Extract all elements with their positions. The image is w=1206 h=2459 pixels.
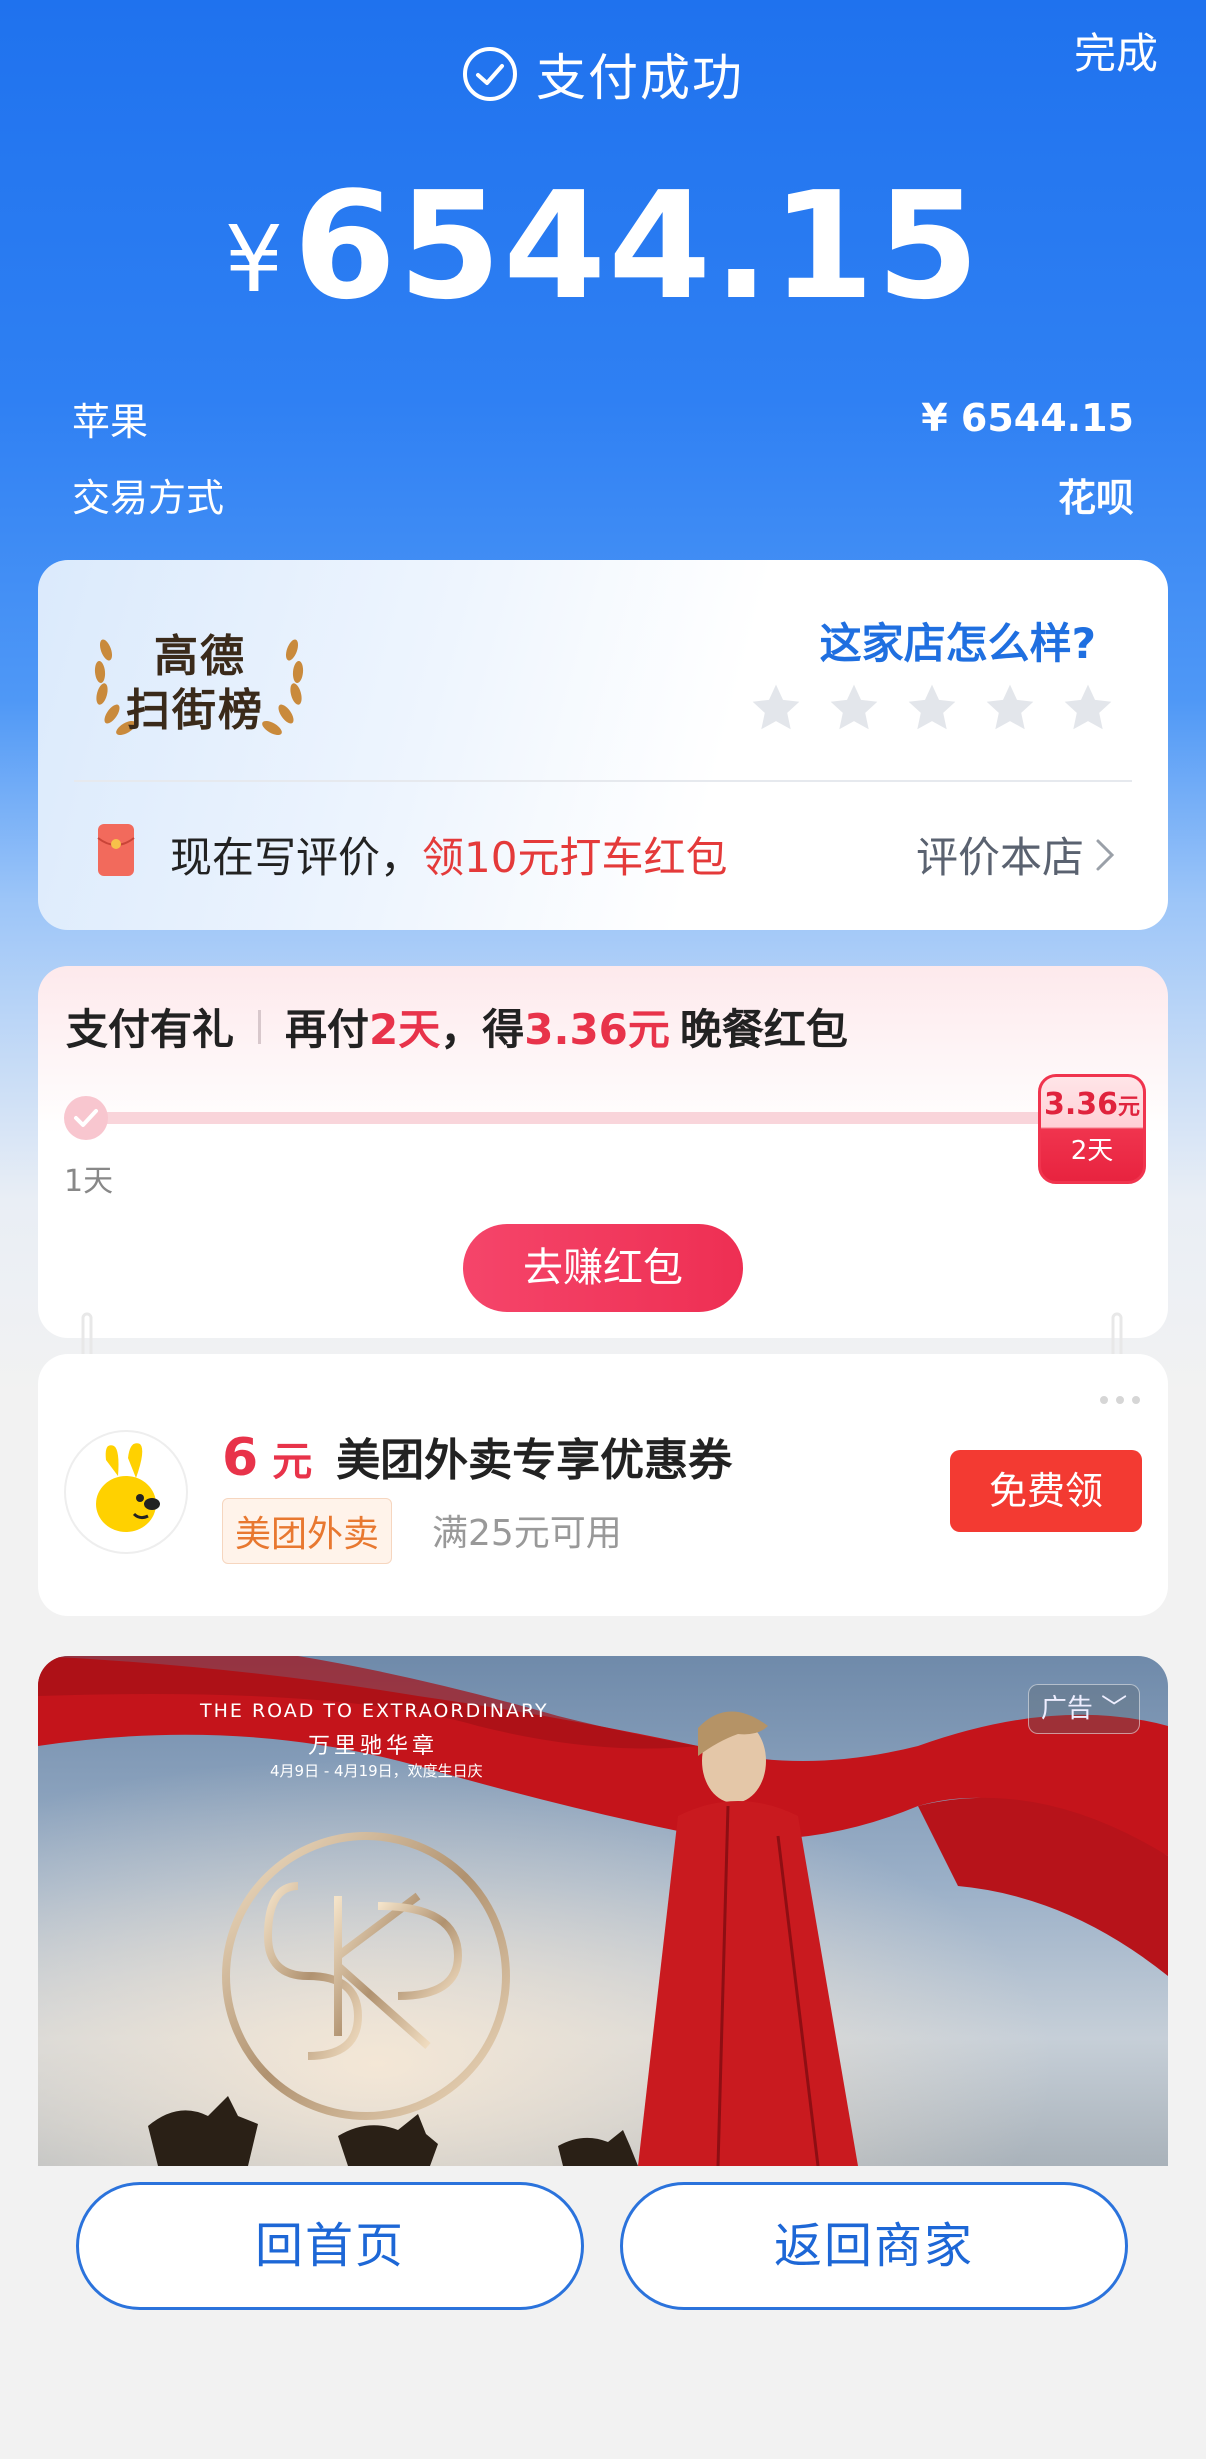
- gift-days: 2天: [369, 1005, 441, 1054]
- progress-start-dot: [64, 1096, 108, 1140]
- gift-text: 再付: [285, 1005, 370, 1054]
- review-card: 高德 扫街榜 这家店怎么样? 现在写评价，领10元打车红包 评价本店: [38, 560, 1168, 930]
- ad-label[interactable]: 广告 ﹀: [1028, 1684, 1140, 1734]
- gift-title-label: 支付有礼: [66, 1005, 235, 1054]
- ad-subtitle: 万里驰华章: [308, 1734, 439, 1759]
- coupon-condition: 满25元可用: [432, 1513, 622, 1554]
- merchant-tag: 美团外卖: [222, 1498, 393, 1564]
- badge-amount: 3.36: [1043, 1087, 1118, 1122]
- badge-unit: 元: [1118, 1095, 1141, 1120]
- star-icon[interactable]: [1060, 680, 1116, 736]
- ad-label-text: 广告: [1040, 1694, 1093, 1724]
- star-icon[interactable]: [904, 680, 960, 736]
- amap-ranking-logo: 高德 扫街榜: [84, 620, 314, 740]
- home-button[interactable]: 回首页: [76, 2182, 584, 2310]
- progress-track: [78, 1112, 1108, 1124]
- star-rating[interactable]: [748, 680, 1116, 736]
- earn-red-packet-button[interactable]: 去赚红包: [463, 1224, 743, 1312]
- detail-row-method: 交易方式 花呗: [72, 466, 1134, 522]
- review-store-label: 评价本店: [915, 833, 1084, 882]
- review-store-link[interactable]: 评价本店: [916, 824, 1116, 885]
- coupon-name: 美团外卖专享优惠券: [336, 1435, 733, 1486]
- paid-amount: ¥6544.15: [0, 160, 1206, 332]
- gift-text: ，得: [440, 1005, 525, 1054]
- more-options-icon[interactable]: [1100, 1396, 1140, 1404]
- bottom-bar: 回首页 返回商家: [0, 2166, 1206, 2459]
- ad-headline: THE ROAD TO EXTRAORDINARY: [200, 1700, 549, 1722]
- divider: [258, 1009, 262, 1044]
- detail-value: ¥ 6544.15: [921, 396, 1134, 440]
- ad-banner[interactable]: THE ROAD TO EXTRAORDINARY 万里驰华章 4月9日 - 4…: [38, 1656, 1168, 2166]
- kangaroo-icon: [96, 1443, 160, 1532]
- payment-gift-card: 支付有礼 再付 2天 ，得 3.36元 晚餐红包 1天 3.36元 2天 去赚红…: [38, 966, 1168, 1338]
- detail-value: 花呗: [1057, 475, 1134, 520]
- meituan-logo: [64, 1430, 188, 1554]
- review-prompt: 现在写评价，领10元打车红包: [170, 824, 727, 885]
- review-prompt-reward: 领10元打车红包: [422, 833, 728, 882]
- check-circle-icon: [463, 47, 517, 101]
- check-icon: [74, 1109, 98, 1127]
- ad-image: [38, 1656, 1168, 2166]
- red-envelope-icon: [97, 824, 135, 876]
- gift-title: 支付有礼 再付 2天 ，得 3.36元 晚餐红包: [66, 996, 848, 1057]
- success-status: 支付成功: [0, 38, 1206, 110]
- page-title: 支付成功: [536, 49, 744, 107]
- badge-days: 2天: [1070, 1136, 1114, 1166]
- star-icon[interactable]: [982, 680, 1038, 736]
- chevron-down-icon: ﹀: [1101, 1694, 1128, 1724]
- coupon-card: 6 元美团外卖专享优惠券 美团外卖 满25元可用 免费领: [38, 1354, 1168, 1616]
- ad-date: 4月9日 - 4月19日，欢度生日庆: [270, 1762, 483, 1780]
- amount-value: 6544.15: [293, 160, 982, 332]
- claim-coupon-button[interactable]: 免费领: [950, 1450, 1142, 1532]
- detail-label: 交易方式: [72, 475, 225, 520]
- coupon-amount: 6: [222, 1428, 259, 1488]
- star-icon[interactable]: [748, 680, 804, 736]
- review-prompt-prefix: 现在写评价，: [170, 833, 423, 882]
- back-to-merchant-button[interactable]: 返回商家: [620, 2182, 1128, 2310]
- payment-header: 支付成功 完成: [0, 0, 1206, 140]
- review-question: 这家店怎么样?: [819, 619, 1096, 668]
- divider: [74, 780, 1132, 782]
- currency-symbol: ¥: [224, 206, 284, 313]
- detail-label: 苹果: [72, 399, 149, 444]
- coupon-unit: 元: [272, 1439, 313, 1485]
- coupon-title: 6 元美团外卖专享优惠券: [222, 1424, 732, 1488]
- reward-badge: 3.36元 2天: [1038, 1074, 1146, 1184]
- gift-reward: 3.36元: [524, 1005, 670, 1054]
- detail-row-merchant: 苹果 ¥ 6544.15: [72, 390, 1134, 446]
- gift-text: 晚餐红包: [679, 1005, 848, 1054]
- chevron-right-icon: [1096, 839, 1115, 870]
- done-button[interactable]: 完成: [1074, 20, 1158, 81]
- logo-text-bottom: 扫街榜: [126, 685, 264, 736]
- star-icon[interactable]: [826, 680, 882, 736]
- progress-start-label: 1天: [64, 1164, 114, 1199]
